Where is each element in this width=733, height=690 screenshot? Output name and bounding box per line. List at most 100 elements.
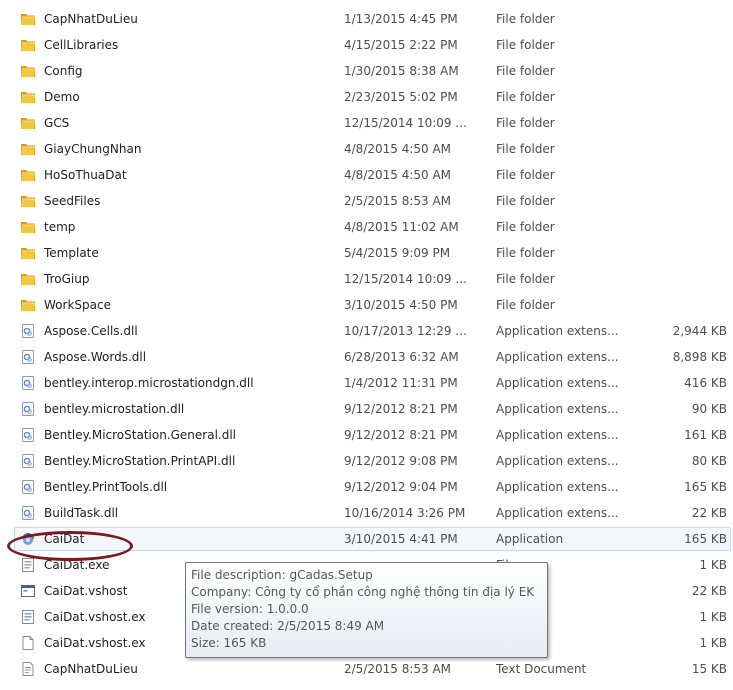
file-date-modified: 2/5/2015 8:53 AM xyxy=(344,194,452,208)
file-row[interactable]: temp 4/8/2015 11:02 AM File folder xyxy=(0,214,733,240)
file-row[interactable]: CellLibraries 4/15/2015 2:22 PM File folde… xyxy=(0,32,733,58)
file-row[interactable]: TroGiup 12/15/2014 10:09 ... File folder xyxy=(0,266,733,292)
file-date-modified: 9/12/2012 8:21 PM xyxy=(344,402,458,416)
file-name: CapNhatDuLieu xyxy=(44,12,138,26)
file-date-modified: 4/8/2015 4:50 AM xyxy=(344,142,452,156)
file-size: 80 KB xyxy=(691,454,727,468)
file-name: temp xyxy=(44,220,76,234)
file-size: 161 KB xyxy=(684,428,727,442)
file-row[interactable]: bentley.interop.microstationdgn.dll 1/4/2… xyxy=(0,370,733,396)
file-row[interactable]: Template 5/4/2015 9:09 PM File folder xyxy=(0,240,733,266)
file-date-modified: 4/8/2015 4:50 AM xyxy=(344,168,452,182)
tooltip-description: File description: gCadas.Setup xyxy=(191,568,373,582)
folder-icon xyxy=(20,219,36,235)
file-name: Demo xyxy=(44,90,80,104)
file-type: File folder xyxy=(496,90,555,104)
file-name: Config xyxy=(44,64,83,78)
file-date-modified: 12/15/2014 10:09 ... xyxy=(344,116,467,130)
file-row[interactable]: Bentley.MicroStation.PrintAPI.dll 9/12/20… xyxy=(0,448,733,474)
config-file-icon xyxy=(20,609,36,625)
file-size: 1 KB xyxy=(699,558,727,572)
config-file-icon xyxy=(20,557,36,573)
tooltip-version: File version: 1.0.0.0 xyxy=(191,602,309,616)
file-size: 22 KB xyxy=(691,506,727,520)
vshost-exe-icon xyxy=(20,583,36,599)
blank-file-icon xyxy=(20,635,36,651)
file-size: 165 KB xyxy=(684,480,727,494)
file-date-modified: 2/23/2015 5:02 PM xyxy=(344,90,458,104)
folder-icon xyxy=(20,115,36,131)
file-type: Application extens... xyxy=(496,376,619,390)
file-date-modified: 1/30/2015 8:38 AM xyxy=(344,64,459,78)
file-row[interactable]: Aspose.Cells.dll 10/17/2013 12:29 ... Appl… xyxy=(0,318,733,344)
file-type: File folder xyxy=(496,116,555,130)
file-name: WorkSpace xyxy=(44,298,111,312)
file-type: Application extens... xyxy=(496,428,619,442)
file-row[interactable]: SeedFiles 2/5/2015 8:53 AM File folder xyxy=(0,188,733,214)
file-date-modified: 9/12/2012 9:04 PM xyxy=(344,480,458,494)
file-size: 15 KB xyxy=(691,662,727,676)
file-row[interactable]: Demo 2/23/2015 5:02 PM File folder xyxy=(0,84,733,110)
file-name: Bentley.PrintTools.dll xyxy=(44,480,168,494)
file-date-modified: 9/12/2012 8:21 PM xyxy=(344,428,458,442)
file-date-modified: 3/10/2015 4:50 PM xyxy=(344,298,458,312)
file-name: GCS xyxy=(44,116,70,130)
file-row[interactable]: Bentley.PrintTools.dll 9/12/2012 9:04 PM A… xyxy=(0,474,733,500)
dll-icon xyxy=(20,427,36,443)
file-size: 2,944 KB xyxy=(672,324,727,338)
file-name: Bentley.MicroStation.General.dll xyxy=(44,428,237,442)
file-row[interactable]: CapNhatDuLieu 2/5/2015 8:53 AM Text Docume… xyxy=(0,656,733,682)
file-date-modified: 4/15/2015 2:22 PM xyxy=(344,38,458,52)
dll-icon xyxy=(20,479,36,495)
folder-icon xyxy=(20,297,36,313)
folder-icon xyxy=(20,89,36,105)
file-name: CapNhatDuLieu xyxy=(44,662,138,676)
file-size: 8,898 KB xyxy=(672,350,727,364)
file-name: Aspose.Cells.dll xyxy=(44,324,138,338)
file-row[interactable]: Aspose.Words.dll 6/28/2013 6:32 AM Applica… xyxy=(0,344,733,370)
file-size: 1 KB xyxy=(699,610,727,624)
folder-icon xyxy=(20,11,36,27)
file-type: File folder xyxy=(496,298,555,312)
file-row[interactable]: WorkSpace 3/10/2015 4:50 PM File folder xyxy=(0,292,733,318)
file-name: Template xyxy=(44,246,99,260)
dll-icon xyxy=(20,349,36,365)
file-type: Application extens... xyxy=(496,350,619,364)
file-row[interactable]: bentley.microstation.dll 9/12/2012 8:21 P… xyxy=(0,396,733,422)
file-name: CaiDat.vshost.ex xyxy=(44,636,146,650)
file-type: File folder xyxy=(496,220,555,234)
file-name: CaiDat.vshost.ex xyxy=(44,610,146,624)
tooltip-size: Size: 165 KB xyxy=(191,636,267,650)
file-row[interactable]: GiayChungNhan 4/8/2015 4:50 AM File folder xyxy=(0,136,733,162)
file-row[interactable]: CapNhatDuLieu 1/13/2015 4:45 PM File folde… xyxy=(0,6,733,32)
file-type: Application extens... xyxy=(496,506,619,520)
file-date-modified: 9/12/2012 9:08 PM xyxy=(344,454,458,468)
dll-icon xyxy=(20,375,36,391)
file-row[interactable]: HoSoThuaDat 4/8/2015 4:50 AM File folder xyxy=(0,162,733,188)
file-type: File folder xyxy=(496,194,555,208)
folder-icon xyxy=(20,37,36,53)
folder-icon xyxy=(20,271,36,287)
file-date-modified: 5/4/2015 9:09 PM xyxy=(344,246,451,260)
file-type: Application xyxy=(496,532,564,546)
file-name: bentley.interop.microstationdgn.dll xyxy=(44,376,254,390)
file-name: GiayChungNhan xyxy=(44,142,142,156)
file-row[interactable]: BuildTask.dll 10/16/2014 3:26 PM Applicati… xyxy=(0,500,733,526)
file-size: 1 KB xyxy=(699,636,727,650)
file-name: CaiDat.vshost xyxy=(44,584,128,598)
file-date-modified: 1/13/2015 4:45 PM xyxy=(344,12,458,26)
file-date-modified: 12/15/2014 10:09 ... xyxy=(344,272,467,286)
file-size: 165 KB xyxy=(684,532,727,546)
file-row[interactable]: Bentley.MicroStation.General.dll 9/12/201… xyxy=(0,422,733,448)
file-row[interactable]: GCS 12/15/2014 10:09 ... File folder xyxy=(0,110,733,136)
file-row[interactable]: Config 1/30/2015 8:38 AM File folder xyxy=(0,58,733,84)
folder-icon xyxy=(20,63,36,79)
dll-icon xyxy=(20,323,36,339)
file-name: CellLibraries xyxy=(44,38,119,52)
file-name: Aspose.Words.dll xyxy=(44,350,147,364)
file-type: Application extens... xyxy=(496,454,619,468)
file-type: File folder xyxy=(496,142,555,156)
folder-icon xyxy=(20,193,36,209)
dll-icon xyxy=(20,505,36,521)
file-type: File folder xyxy=(496,12,555,26)
